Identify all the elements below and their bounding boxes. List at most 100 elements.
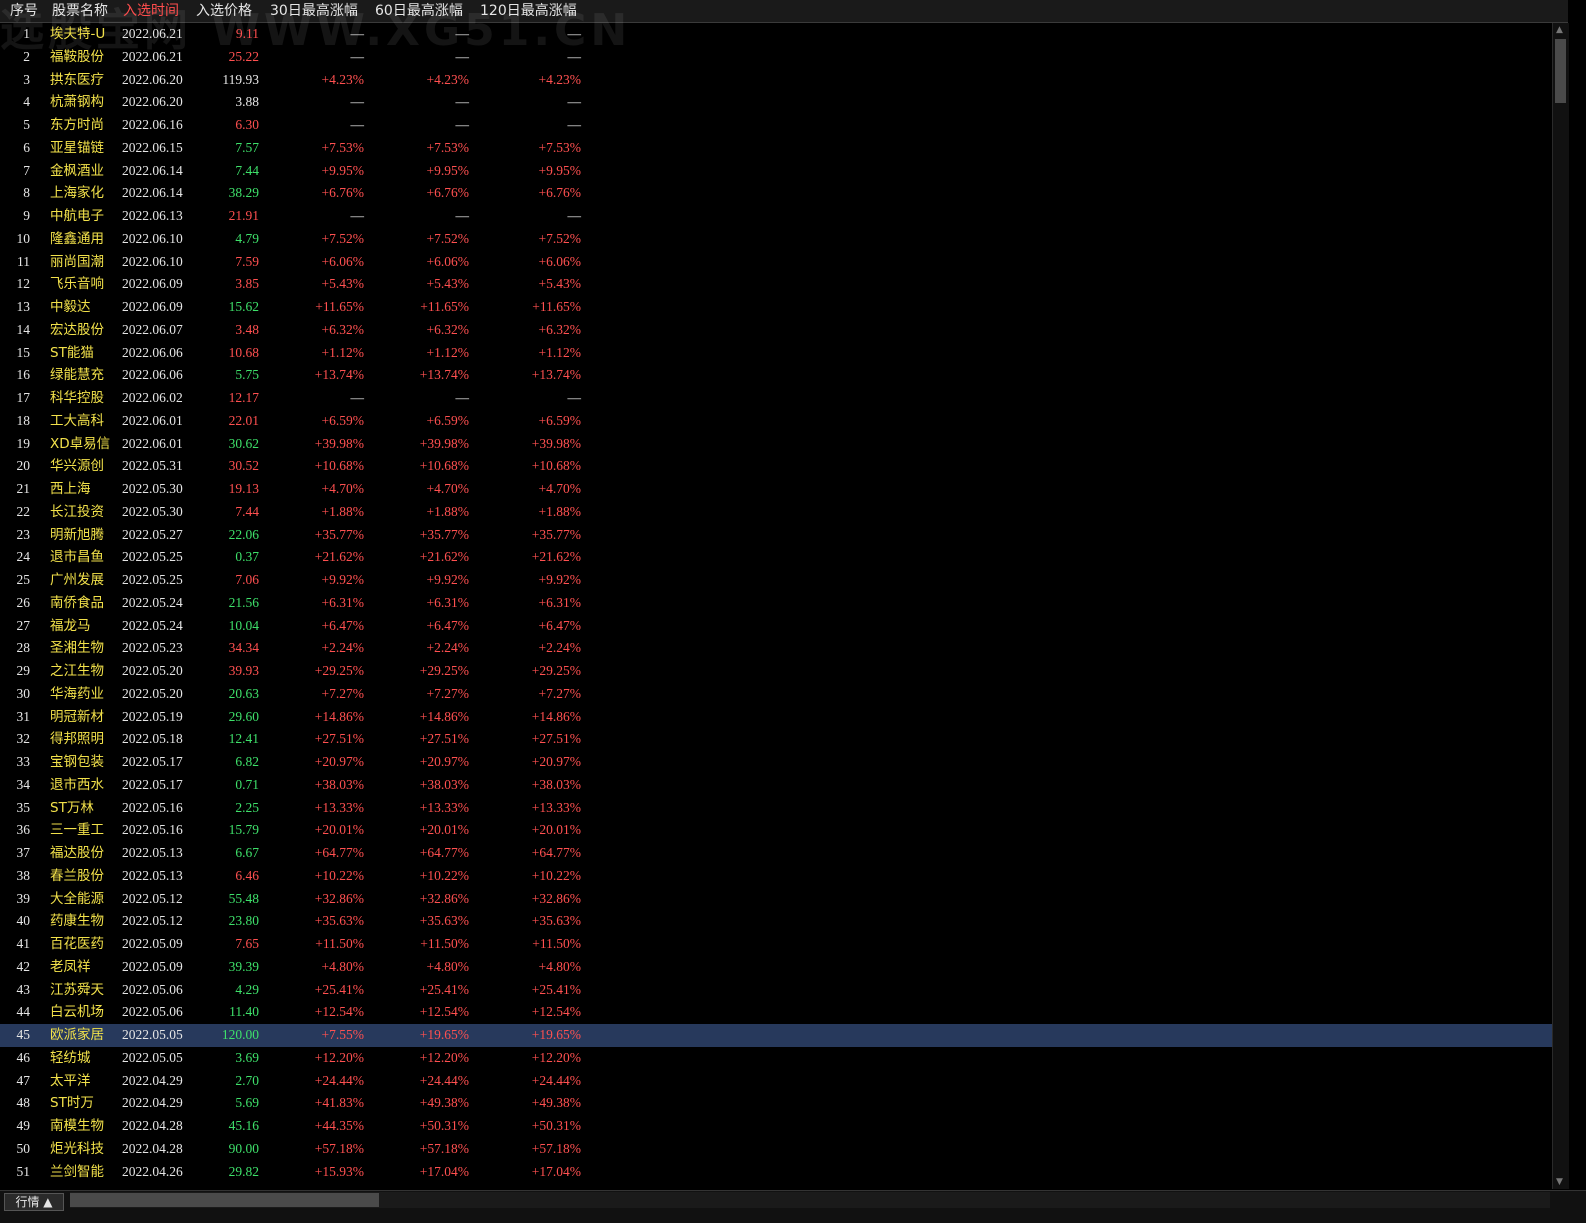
scroll-up-icon[interactable]: ▲ xyxy=(1556,25,1563,35)
table-row[interactable]: 42 老凤祥 2022.05.09 39.39 +4.80% +4.80% +4.80% xyxy=(0,956,1552,979)
table-row[interactable]: 11 丽尚国潮 2022.06.10 7.59 +6.06% +6.06% +6.06% xyxy=(0,251,1552,274)
row-index: 3 xyxy=(23,71,30,87)
gain-60d: +6.47% xyxy=(426,617,469,633)
column-header-120d-max-gain[interactable]: 120日最高涨幅 xyxy=(480,0,577,22)
table-row[interactable]: 32 得邦照明 2022.05.18 12.41 +27.51% +27.51% +27.5… xyxy=(0,728,1552,751)
column-header-date[interactable]: 入选时间 xyxy=(123,0,179,22)
row-index: 29 xyxy=(16,663,31,678)
table-row[interactable]: 3 拱东医疗 2022.06.20 119.93 +4.23% +4.23% +4.23% xyxy=(0,69,1552,92)
selection-price: 10.68 xyxy=(228,344,259,360)
gain-60d: +10.68% xyxy=(419,458,469,474)
table-row[interactable]: 16 绿能慧充 2022.06.06 5.75 +13.74% +13.74% +13.74… xyxy=(0,364,1552,387)
table-row[interactable]: 27 福龙马 2022.05.24 10.04 +6.47% +6.47% +6.47% xyxy=(0,615,1552,638)
scroll-down-icon[interactable]: ▼ xyxy=(1556,1177,1563,1187)
table-row[interactable]: 2 福鞍股份 2022.06.21 25.22 — — — xyxy=(0,46,1552,69)
gain-60d: +64.77% xyxy=(419,845,469,860)
table-row[interactable]: 15 ST能猫 2022.06.06 10.68 +1.12% +1.12% +1.12% xyxy=(0,342,1552,365)
column-header-60d-max-gain[interactable]: 60日最高涨幅 xyxy=(375,0,463,22)
table-row[interactable]: 22 长江投资 2022.05.30 7.44 +1.88% +1.88% +1.88% xyxy=(0,501,1552,524)
table-row[interactable]: 31 明冠新材 2022.05.19 29.60 +14.86% +14.86% +14.8… xyxy=(0,706,1552,729)
market-tab-button[interactable]: 行情 ▲ xyxy=(4,1193,64,1211)
table-row[interactable]: 9 中航电子 2022.06.13 21.91 — — — xyxy=(0,205,1552,228)
selection-price: 7.44 xyxy=(235,162,259,178)
table-row[interactable]: 1 埃夫特-U 2022.06.21 9.11 — — — xyxy=(0,23,1552,46)
gain-30d: +4.23% xyxy=(321,71,364,87)
selection-date: 2022.04.28 xyxy=(122,1118,183,1133)
table-row[interactable]: 4 杭萧钢构 2022.06.20 3.88 — — — xyxy=(0,91,1552,114)
row-index: 30 xyxy=(16,685,31,701)
table-row[interactable]: 28 圣湘生物 2022.05.23 34.34 +2.24% +2.24% +2.24% xyxy=(0,637,1552,660)
row-index: 28 xyxy=(16,640,31,656)
stock-name: 长江投资 xyxy=(50,503,104,520)
table-row[interactable]: 26 南侨食品 2022.05.24 21.56 +6.31% +6.31% +6.31% xyxy=(0,592,1552,615)
table-row[interactable]: 44 白云机场 2022.05.06 11.40 +12.54% +12.54% +12.5… xyxy=(0,1001,1552,1024)
table-row[interactable]: 35 ST万林 2022.05.16 2.25 +13.33% +13.33% +13.33… xyxy=(0,797,1552,820)
table-row[interactable]: 43 江苏舜天 2022.05.06 4.29 +25.41% +25.41% +25.41… xyxy=(0,979,1552,1002)
gain-120d: — xyxy=(567,48,582,64)
table-row[interactable]: 14 宏达股份 2022.06.07 3.48 +6.32% +6.32% +6.32% xyxy=(0,319,1552,342)
selection-date: 2022.06.01 xyxy=(122,435,183,451)
table-row[interactable]: 36 三一重工 2022.05.16 15.79 +20.01% +20.01% +20.0… xyxy=(0,819,1552,842)
gain-30d: +39.98% xyxy=(314,435,364,451)
column-header-30d-max-gain[interactable]: 30日最高涨幅 xyxy=(270,0,358,22)
horizontal-scrollbar[interactable] xyxy=(70,1192,1550,1208)
gain-30d: +7.53% xyxy=(321,139,364,155)
table-row[interactable]: 13 中毅达 2022.06.09 15.62 +11.65% +11.65% +11.65… xyxy=(0,296,1552,319)
table-row[interactable]: 40 药康生物 2022.05.12 23.80 +35.63% +35.63% +35.6… xyxy=(0,910,1552,933)
row-index: 4 xyxy=(23,94,30,110)
table-row[interactable]: 5 东方时尚 2022.06.16 6.30 — — — xyxy=(0,114,1552,137)
selection-price: 19.13 xyxy=(228,481,259,496)
table-row[interactable]: 6 亚星锚链 2022.06.15 7.57 +7.53% +7.53% +7.53% xyxy=(0,137,1552,160)
table-row[interactable]: 25 广州发展 2022.05.25 7.06 +9.92% +9.92% +9.92% xyxy=(0,569,1552,592)
table-row[interactable]: 19 XD卓易信 2022.06.01 30.62 +39.98% +39.98% +39.… xyxy=(0,433,1552,456)
table-row[interactable]: 51 兰剑智能 2022.04.26 29.82 +15.93% +17.04% +17.0… xyxy=(0,1161,1552,1184)
table-row[interactable]: 46 轻纺城 2022.05.05 3.69 +12.20% +12.20% +12.20% xyxy=(0,1047,1552,1070)
selection-price: 6.67 xyxy=(235,845,259,860)
table-row[interactable]: 38 春兰股份 2022.05.13 6.46 +10.22% +10.22% +10.22… xyxy=(0,865,1552,888)
table-row[interactable]: 29 之江生物 2022.05.20 39.93 +29.25% +29.25% +29.2… xyxy=(0,660,1552,683)
column-header-price[interactable]: 入选价格 xyxy=(196,0,252,22)
table-row[interactable]: 8 上海家化 2022.06.14 38.29 +6.76% +6.76% +6.76% xyxy=(0,182,1552,205)
gain-30d: +6.76% xyxy=(321,185,364,201)
vertical-scroll-thumb[interactable] xyxy=(1555,39,1566,103)
table-row[interactable]: 17 科华控股 2022.06.02 12.17 — — — xyxy=(0,387,1552,410)
vertical-scrollbar[interactable]: ▲ ▼ xyxy=(1552,23,1569,1189)
table-row[interactable]: 50 炬光科技 2022.04.28 90.00 +57.18% +57.18% +57.1… xyxy=(0,1138,1552,1161)
table-row[interactable]: 41 百花医药 2022.05.09 7.65 +11.50% +11.50% +11.50… xyxy=(0,933,1552,956)
table-row[interactable]: 33 宝钢包装 2022.05.17 6.82 +20.97% +20.97% +20.97… xyxy=(0,751,1552,774)
table-row[interactable]: 7 金枫酒业 2022.06.14 7.44 +9.95% +9.95% +9.95% xyxy=(0,160,1552,183)
table-row[interactable]: 39 大全能源 2022.05.12 55.48 +32.86% +32.86% +32.8… xyxy=(0,888,1552,911)
column-header-index[interactable]: 序号 xyxy=(10,0,38,22)
column-header-name[interactable]: 股票名称 xyxy=(52,0,108,22)
table-row[interactable]: 34 退市西水 2022.05.17 0.71 +38.03% +38.03% +38.03… xyxy=(0,774,1552,797)
gain-60d: +32.86% xyxy=(419,890,469,906)
horizontal-scroll-thumb[interactable] xyxy=(70,1193,379,1207)
gain-120d: +21.62% xyxy=(531,549,581,565)
table-row[interactable]: 12 飞乐音响 2022.06.09 3.85 +5.43% +5.43% +5.43% xyxy=(0,273,1552,296)
table-row[interactable]: 10 隆鑫通用 2022.06.10 4.79 +7.52% +7.52% +7.52% xyxy=(0,228,1552,251)
table-row[interactable]: 23 明新旭腾 2022.05.27 22.06 +35.77% +35.77% +35.7… xyxy=(0,524,1552,547)
table-row[interactable]: 47 太平洋 2022.04.29 2.70 +24.44% +24.44% +24.44% xyxy=(0,1070,1552,1093)
table-row[interactable]: 30 华海药业 2022.05.20 20.63 +7.27% +7.27% +7.27% xyxy=(0,683,1552,706)
gain-30d: +57.18% xyxy=(314,1140,364,1156)
row-index: 7 xyxy=(23,162,30,178)
table-row[interactable]: 24 退市昌鱼 2022.05.25 0.37 +21.62% +21.62% +21.62… xyxy=(0,546,1552,569)
table-row[interactable]: 48 ST时万 2022.04.29 5.69 +41.83% +49.38% +49.38… xyxy=(0,1092,1552,1115)
stock-name: 兰剑智能 xyxy=(50,1163,104,1180)
selection-date: 2022.06.20 xyxy=(122,94,183,110)
table-row[interactable]: 21 西上海 2022.05.30 19.13 +4.70% +4.70% +4.70% xyxy=(0,478,1552,501)
table-row[interactable]: 18 工大高科 2022.06.01 22.01 +6.59% +6.59% +6.59% xyxy=(0,410,1552,433)
gain-120d: +35.63% xyxy=(531,913,581,929)
table-row[interactable]: 37 福达股份 2022.05.13 6.67 +64.77% +64.77% +64.77… xyxy=(0,842,1552,865)
row-index: 10 xyxy=(16,230,31,246)
selection-price: 39.39 xyxy=(228,958,259,974)
selection-date: 2022.06.09 xyxy=(122,276,183,292)
table-row[interactable]: 20 华兴源创 2022.05.31 30.52 +10.68% +10.68% +10.6… xyxy=(0,455,1552,478)
row-index: 21 xyxy=(16,481,31,496)
gain-120d: +13.33% xyxy=(531,799,581,815)
stock-name: 丽尚国潮 xyxy=(50,253,104,270)
table-row[interactable]: 49 南模生物 2022.04.28 45.16 +44.35% +50.31% +50.3… xyxy=(0,1115,1552,1138)
row-index: 22 xyxy=(16,503,31,519)
stock-name: 飞乐音响 xyxy=(50,276,104,293)
table-row[interactable]: 45 欧派家居 2022.05.05 120.00 +7.55% +19.65% +19.6… xyxy=(0,1024,1552,1047)
